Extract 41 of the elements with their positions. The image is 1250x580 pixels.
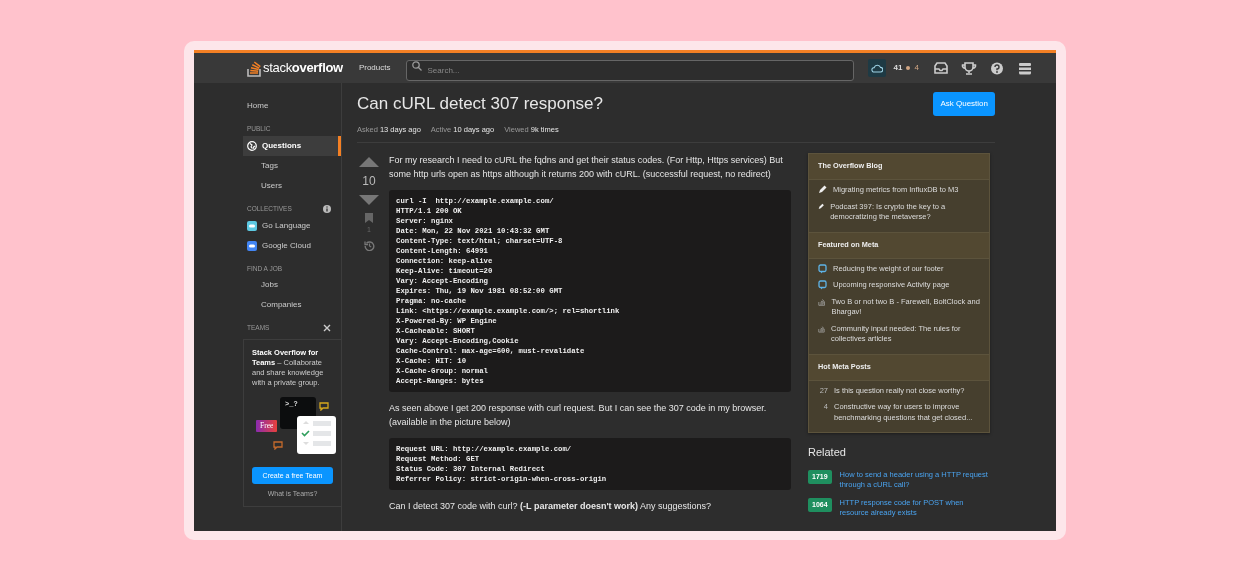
- collective-logo-icon: [247, 220, 257, 231]
- bronze-badge-dot-icon: [906, 66, 911, 70]
- info-icon[interactable]: [323, 204, 331, 213]
- bookmark-icon[interactable]: [365, 213, 373, 224]
- sidebar-item[interactable]: Questions: [243, 135, 341, 156]
- voting-card-drawing: [297, 415, 336, 454]
- post-paragraph: As seen above I get 200 response with curl request. But I can see the 307 code in my browser. (available in the picture below): [389, 402, 768, 430]
- related-heading: Related: [808, 445, 847, 461]
- cloud-icon: [871, 63, 884, 73]
- sidebar-item[interactable]: Companies: [243, 295, 341, 316]
- sidebar-item[interactable]: Users: [243, 175, 341, 196]
- search-icon: [412, 60, 423, 71]
- trophy-icon[interactable]: [959, 60, 978, 76]
- sidebar-item[interactable]: Google Cloud: [243, 235, 341, 256]
- sidebar-item[interactable]: Tags: [243, 155, 341, 176]
- logo[interactable]: stackoverflow: [247, 58, 343, 78]
- bronze-badge-count: 4: [914, 62, 919, 74]
- globe-icon: [247, 140, 257, 151]
- stack-icon: [818, 296, 826, 307]
- products-link[interactable]: Products: [352, 59, 397, 77]
- search-field[interactable]: Search...: [406, 59, 855, 81]
- stack-icon: [818, 323, 825, 334]
- close-icon[interactable]: [323, 324, 331, 333]
- inbox-icon[interactable]: [931, 60, 950, 76]
- collective-logo-icon: [247, 240, 257, 251]
- achievements-button[interactable]: [868, 59, 887, 77]
- speech-bubble-icon: [319, 401, 329, 411]
- post-paragraph: Can I detect 307 code with curl? (-L parameter doesn't work) Any suggestions?: [389, 500, 713, 514]
- sidebar-item[interactable]: Jobs: [243, 275, 341, 296]
- chat-bubble-icon: [818, 263, 827, 274]
- upvote-button[interactable]: [359, 157, 379, 168]
- chat-bubble-icon: [818, 280, 827, 291]
- logo-icon: [247, 59, 261, 77]
- vote-count: 10: [362, 173, 376, 191]
- post-paragraph: For my research I need to cURL the fqdns and get their status codes. (For Http, Https services) But some http urls open as https although it returns 200 with cURL. (successful request, no redirect): [389, 154, 784, 182]
- speech-bubble-icon: [273, 440, 283, 450]
- sidebar-item[interactable]: Home: [243, 96, 341, 116]
- question-title: Can cURL detect 307 response?: [357, 94, 604, 115]
- reputation-count: 41: [893, 62, 903, 74]
- sidebar-item[interactable]: Go Language: [243, 215, 341, 236]
- history-icon[interactable]: [363, 239, 375, 251]
